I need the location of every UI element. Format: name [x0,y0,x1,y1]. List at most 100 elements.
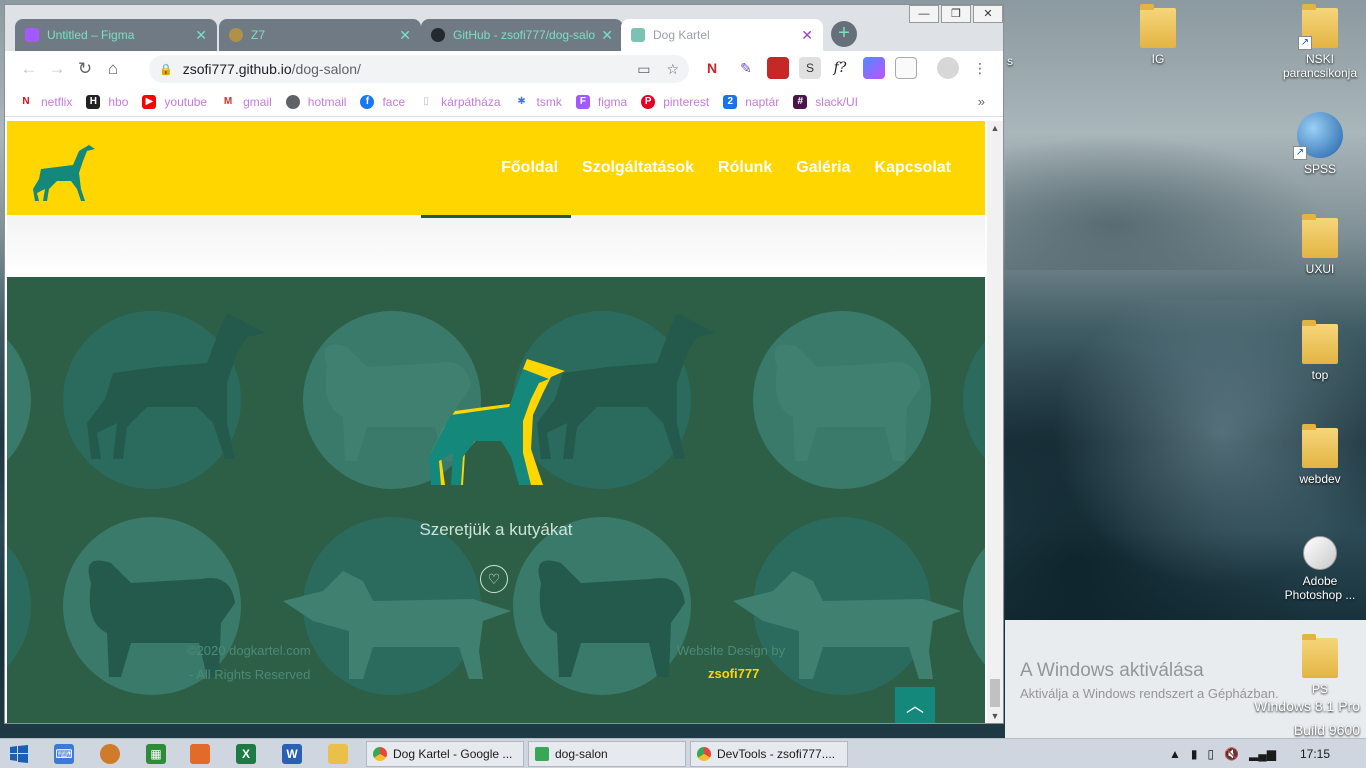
desktop-icon-label: IG [1151,52,1165,66]
close-window-button[interactable]: ✕ [973,5,1003,23]
bookmark-label: youtube [164,94,208,109]
tray-expand-icon[interactable]: ▲ [1169,747,1181,761]
bookmark-hbo[interactable]: Hhbo [86,94,129,109]
folder-icon [1140,4,1176,48]
tab-github[interactable]: GitHub - zsofi777/dog-salon ✕ [421,19,623,51]
url-host: zsofi777.github.io [182,61,292,77]
windows-start-icon[interactable] [10,745,28,763]
minimize-button[interactable]: — [909,5,939,23]
bookmark-label: netflix [41,94,73,109]
volume-muted-icon[interactable]: 🔇 [1224,747,1239,761]
copyright-line1: ©2020 dogkartel.com [187,643,311,658]
extension-ruby-icon[interactable] [767,57,789,79]
bookmark-youtube[interactable]: ▶ youtube [142,94,208,109]
page-scrollbar[interactable]: ▲ ▼ [987,121,1003,723]
address-bar[interactable]: 🔒 zsofi777.github.io/dog-salon/ ▭ ☆ [149,55,689,83]
z7-favicon-icon [229,28,243,42]
bookmark-naptar[interactable]: 2 naptár [723,94,779,109]
figma-icon: F [575,94,590,109]
bookmark-netflix[interactable]: Nnetflix [19,94,73,109]
new-tab-button[interactable]: + [831,21,857,47]
back-icon[interactable]: ← [15,59,43,79]
heart-icon[interactable]: ♡ [480,565,508,593]
profile-avatar-icon[interactable] [937,57,959,79]
browser-window: Untitled – Figma ✕ Z7 ✕ GitHub - zsofi77… [4,4,1004,724]
bookmark-pinterest[interactable]: Ppinterest [641,94,709,109]
desktop-icon-label: Adobe Photoshop ... [1284,574,1356,602]
reload-icon[interactable]: ↻ [71,59,99,79]
extension-s-icon[interactable]: S [799,57,821,79]
bookmark-label: tsmk [536,94,562,109]
keyboard-app-icon[interactable]: ⌨ [54,744,74,764]
scrollbar-thumb[interactable] [990,679,1000,707]
desktop-icon-top[interactable]: top [1282,320,1358,382]
bookmark-tsmk[interactable]: ✱ tsmk [514,94,562,109]
site-logo-dog-icon[interactable] [27,139,97,203]
scroll-to-top-button[interactable]: ︿ [895,687,935,723]
tab-figma[interactable]: Untitled – Figma ✕ [15,19,217,51]
calculator-app-icon[interactable]: ▦ [146,744,166,764]
close-icon[interactable]: ✕ [801,27,813,44]
nav-gallery[interactable]: Galéria [796,159,850,177]
close-icon[interactable]: ✕ [399,27,411,44]
network-device-icon[interactable]: ▮ [1191,747,1198,761]
github-icon [431,28,445,42]
menu-dots-icon[interactable]: ⋮ [969,57,991,79]
word-app-icon[interactable]: W [282,744,302,764]
explorer-app-icon[interactable] [328,744,348,764]
bookmark-gmail[interactable]: Mgmail [221,94,272,109]
signal-bars-icon[interactable]: ▂▄▆ [1249,747,1276,761]
tab-label: GitHub - zsofi777/dog-salon [453,28,596,42]
desktop-icon-nski[interactable]: NSKI parancsikonja [1282,4,1358,80]
close-icon[interactable]: ✕ [195,27,207,44]
desktop-icon-spss[interactable]: SPSS [1282,112,1358,176]
bookmark-karpathaza[interactable]: ▯ kárpátháza [419,94,501,109]
desktop-icon-webdev[interactable]: webdev [1282,424,1358,486]
retriever-silhouette-icon [283,571,511,679]
nav-contact[interactable]: Kapcsolat [875,159,951,177]
site-header: Főoldal Szolgáltatások Rólunk Galéria Ka… [7,121,985,215]
bookmark-label: kárpátháza [441,94,501,109]
bookmarks-overflow-icon[interactable]: » [978,94,985,109]
desktop-icon-ig[interactable]: IG [1120,4,1196,66]
home-icon[interactable]: ⌂ [99,59,127,79]
tab-z7[interactable]: Z7 ✕ [219,19,421,51]
extension-n-icon[interactable]: N [701,57,723,79]
bookmark-label: hbo [108,94,129,109]
scroll-up-arrow-icon[interactable]: ▲ [987,121,1003,135]
task-devtools[interactable]: DevTools - zsofi777.... [690,741,848,767]
extension-window-icon[interactable] [895,57,917,79]
extension-colors-icon[interactable] [863,57,885,79]
bookmark-figma[interactable]: Ffigma [575,94,627,109]
excel-app-icon[interactable]: X [236,744,256,764]
netflix-icon: N [19,94,33,109]
nav-home[interactable]: Főoldal [501,159,558,177]
bookmark-face[interactable]: f face [360,94,405,109]
maximize-button[interactable]: ❐ [941,5,971,23]
extension-fonts-icon[interactable]: f? [829,57,851,79]
task-label: Dog Kartel - Google ... [393,747,513,761]
forward-icon[interactable]: → [43,59,71,79]
bookmark-star-icon[interactable]: ☆ [666,61,679,78]
palette-app-icon[interactable] [100,744,120,764]
desktop-icon-ps[interactable]: PS [1282,634,1358,696]
nav-about[interactable]: Rólunk [718,159,772,177]
disc-icon [1303,536,1337,570]
nav-services[interactable]: Szolgáltatások [582,159,694,177]
design-author-link[interactable]: zsofi777 [708,666,759,681]
extension-picker-icon[interactable]: ✎ [735,57,757,79]
task-dog-salon[interactable]: dog-salon [528,741,686,767]
lock-icon: 🔒 [159,63,173,76]
cast-icon[interactable]: ▭ [637,61,650,78]
clock-time[interactable]: 17:15 [1300,747,1330,761]
power-icon[interactable]: ▯ [1207,747,1214,761]
tab-dog-kartel[interactable]: Dog Kartel ✕ [621,19,823,51]
winrar-app-icon[interactable] [190,744,210,764]
desktop-icon-uxui[interactable]: UXUI [1282,214,1358,276]
scroll-down-arrow-icon[interactable]: ▼ [987,709,1003,723]
bookmark-slack[interactable]: # slack/UI [793,94,858,109]
task-chrome-dog-kartel[interactable]: Dog Kartel - Google ... [366,741,524,767]
bookmark-hotmail[interactable]: hotmail [285,94,346,109]
desktop-icon-photoshop[interactable]: Adobe Photoshop ... [1282,536,1358,602]
close-icon[interactable]: ✕ [601,27,613,44]
